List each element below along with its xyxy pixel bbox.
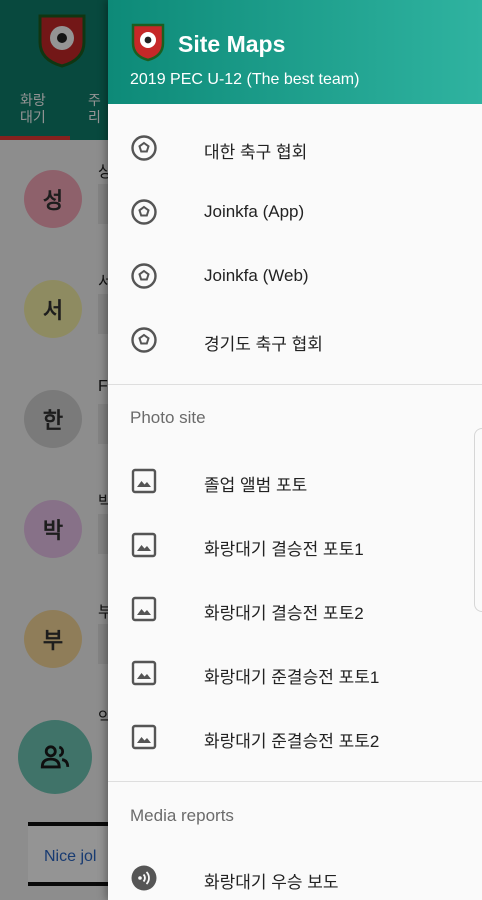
team-crest-icon (131, 23, 165, 62)
image-icon (131, 532, 157, 558)
section-title-media: Media reports (130, 806, 234, 825)
drawer-subtitle: 2019 PEC U-12 (The best team) (130, 71, 360, 88)
image-icon (131, 724, 157, 750)
soccer-ball-icon (131, 327, 157, 353)
image-icon (131, 596, 157, 622)
menu-item-label: Joinkfa (App) (204, 202, 305, 221)
image-icon (131, 468, 157, 494)
menu-item-final-photo-2[interactable]: 화랑대기 결승전 포토2 (108, 577, 482, 641)
menu-item-graduation-photo[interactable]: 졸업 앨범 포토 (108, 449, 482, 513)
menu-item-joinkfa-app[interactable]: Joinkfa (App) (108, 180, 482, 244)
menu-item-joinkfa-web[interactable]: Joinkfa (Web) (108, 244, 482, 308)
menu-item-label: 대한 축구 협회 (204, 143, 308, 162)
menu-item-label: 화랑대기 준결승전 포토1 (204, 668, 380, 687)
menu-item-semifinal-photo-1[interactable]: 화랑대기 준결승전 포토1 (108, 641, 482, 705)
menu-item-semifinal-photo-2[interactable]: 화랑대기 준결승전 포토2 (108, 705, 482, 769)
menu-item-label: 졸업 앨범 포토 (204, 476, 308, 495)
menu-item-victory-report[interactable]: 화랑대기 우승 보도 (108, 846, 482, 900)
soccer-ball-icon (131, 263, 157, 289)
navigation-drawer: Site Maps 2019 PEC U-12 (The best team) … (108, 0, 482, 900)
soccer-ball-icon (131, 199, 157, 225)
broadcast-icon (131, 865, 157, 891)
drawer-header: Site Maps 2019 PEC U-12 (The best team) (108, 0, 482, 104)
section-divider (108, 781, 482, 782)
menu-item-label: 화랑대기 우승 보도 (204, 873, 339, 892)
menu-item-label: Joinkfa (Web) (204, 266, 309, 285)
menu-item-label: 경기도 축구 협회 (204, 335, 323, 354)
menu-item-gyeonggi-fa[interactable]: 경기도 축구 협회 (108, 308, 482, 372)
menu-item-label: 화랑대기 결승전 포토1 (204, 540, 364, 559)
section-title-photo: Photo site (130, 408, 206, 427)
section-divider (108, 384, 482, 385)
scroll-handle[interactable] (474, 428, 482, 612)
menu-item-label: 화랑대기 준결승전 포토2 (204, 732, 380, 751)
soccer-ball-icon (131, 135, 157, 161)
menu-item-final-photo-1[interactable]: 화랑대기 결승전 포토1 (108, 513, 482, 577)
menu-item-label: 화랑대기 결승전 포토2 (204, 604, 364, 623)
drawer-title: Site Maps (178, 31, 286, 57)
image-icon (131, 660, 157, 686)
menu-item-kfa[interactable]: 대한 축구 협회 (108, 116, 482, 180)
